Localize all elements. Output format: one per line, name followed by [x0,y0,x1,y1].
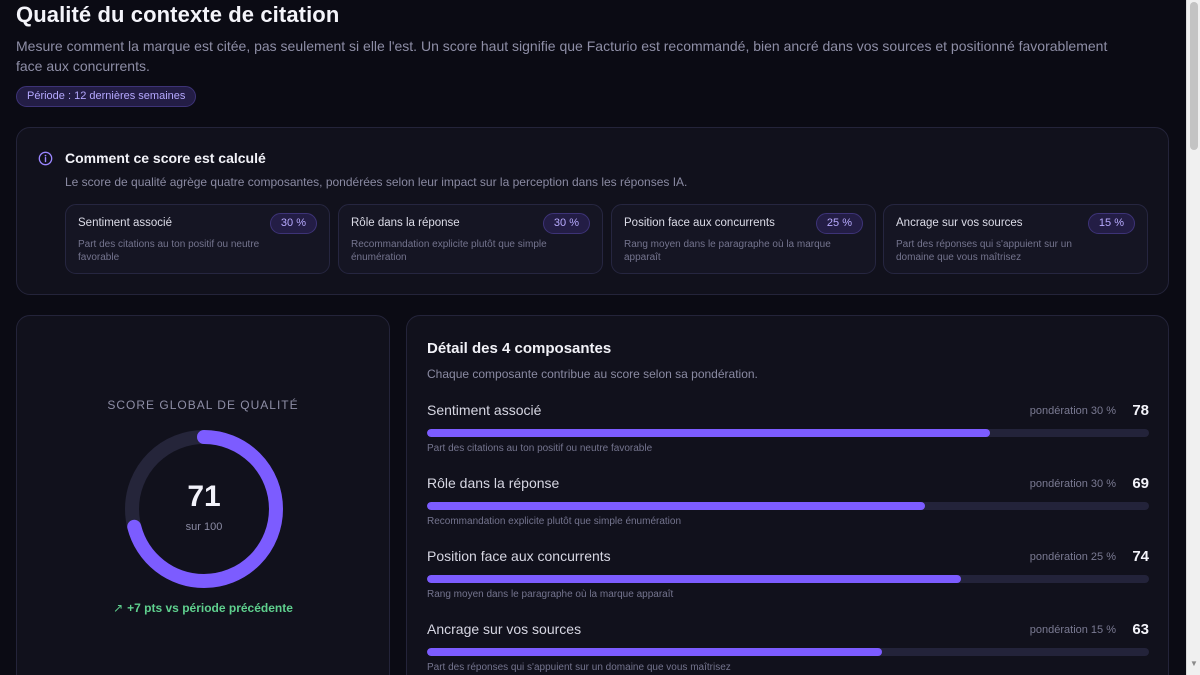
component-card-sentiment: Sentiment associé 30 % Part des citation… [65,204,330,274]
progress-track [427,429,1149,437]
row-weight: pondération 30 % [1029,405,1116,417]
component-weight-badge: 30 % [542,213,590,234]
score-trend: ↗ +7 pts vs période précédente [17,601,389,615]
row-description: Recommandation explicite plutôt que simp… [427,516,682,527]
score-label: SCORE GLOBAL DE QUALITÉ [107,398,299,412]
progress-fill [427,502,926,510]
period-badge[interactable]: Période : 12 dernières semaines [16,86,197,107]
component-description: Recommandation explicite plutôt que simp… [351,239,547,263]
component-name: Sentiment associé [78,217,172,229]
global-score-card: SCORE GLOBAL DE QUALITÉ 71 sur 100 ↗ +7 p… [16,315,390,675]
progress-track [427,502,1149,510]
component-description: Rang moyen dans le paragraphe où la marq… [624,239,831,263]
component-card-role: Rôle dans la réponse 30 % Recommandation… [338,204,603,274]
progress-track [427,575,1149,583]
component-weight-badge: 25 % [815,213,863,234]
component-name: Position face aux concurrents [624,217,775,229]
row-name: Sentiment associé [427,402,542,418]
detail-subtitle: Chaque composante contribue au score sel… [427,367,758,381]
row-weight: pondération 15 % [1029,624,1116,636]
info-title: Comment ce score est calculé [65,150,266,166]
row-weight: pondération 25 % [1029,551,1116,563]
row-score: 78 [1132,402,1149,419]
row-description: Rang moyen dans le paragraphe où la marq… [427,589,674,600]
score-max-label: sur 100 [185,521,223,533]
row-score: 74 [1132,548,1149,565]
component-row-position: Position face aux concurrents pondératio… [427,548,1149,614]
component-description: Part des citations au ton positif ou neu… [78,239,260,263]
scrollbar-thumb[interactable] [1190,2,1198,150]
trend-up-arrow-icon: ↗ [113,601,124,615]
progress-fill [427,575,962,583]
scroll-down-arrow-icon[interactable]: ▼ [1190,660,1198,668]
row-name: Ancrage sur vos sources [427,621,582,637]
progress-track [427,648,1149,656]
component-row-sources: Ancrage sur vos sources pondération 15 %… [427,621,1149,675]
progress-fill [427,648,882,656]
row-weight: pondération 30 % [1029,478,1116,490]
calculation-info-card: Comment ce score est calculé Le score de… [16,127,1169,295]
component-row-sentiment: Sentiment associé pondération 30 % 78 Pa… [427,402,1149,468]
component-description: Part des réponses qui s'appuient sur un … [896,239,1072,263]
score-value: 71 [187,480,221,513]
info-description: Le score de qualité agrège quatre compos… [65,175,688,189]
row-name: Rôle dans la réponse [427,475,560,491]
component-row-role: Rôle dans la réponse pondération 30 % 69… [427,475,1149,541]
detail-title: Détail des 4 composantes [427,340,612,357]
row-description: Part des réponses qui s'appuient sur un … [427,662,731,673]
progress-fill [427,429,991,437]
page-subtitle: Mesure comment la marque est citée, pas … [16,38,1108,74]
component-weight-badge: 15 % [1087,213,1135,234]
component-card-sources: Ancrage sur vos sources 15 % Part des ré… [883,204,1148,274]
component-card-position: Position face aux concurrents 25 % Rang … [611,204,876,274]
row-name: Position face aux concurrents [427,548,611,564]
row-score: 69 [1132,475,1149,492]
row-description: Part des citations au ton positif ou neu… [427,443,653,454]
page-title: Qualité du contexte de citation [16,2,340,27]
components-detail-card: Détail des 4 composantes Chaque composan… [406,315,1169,675]
component-name: Rôle dans la réponse [351,217,460,229]
component-weight-badge: 30 % [269,213,317,234]
info-icon [38,151,53,166]
component-name: Ancrage sur vos sources [896,217,1023,229]
row-score: 63 [1132,621,1149,638]
page: Qualité du contexte de citation Mesure c… [0,0,1186,675]
vertical-scrollbar[interactable]: ▼ [1186,0,1200,675]
trend-text: +7 pts vs période précédente [127,601,293,615]
